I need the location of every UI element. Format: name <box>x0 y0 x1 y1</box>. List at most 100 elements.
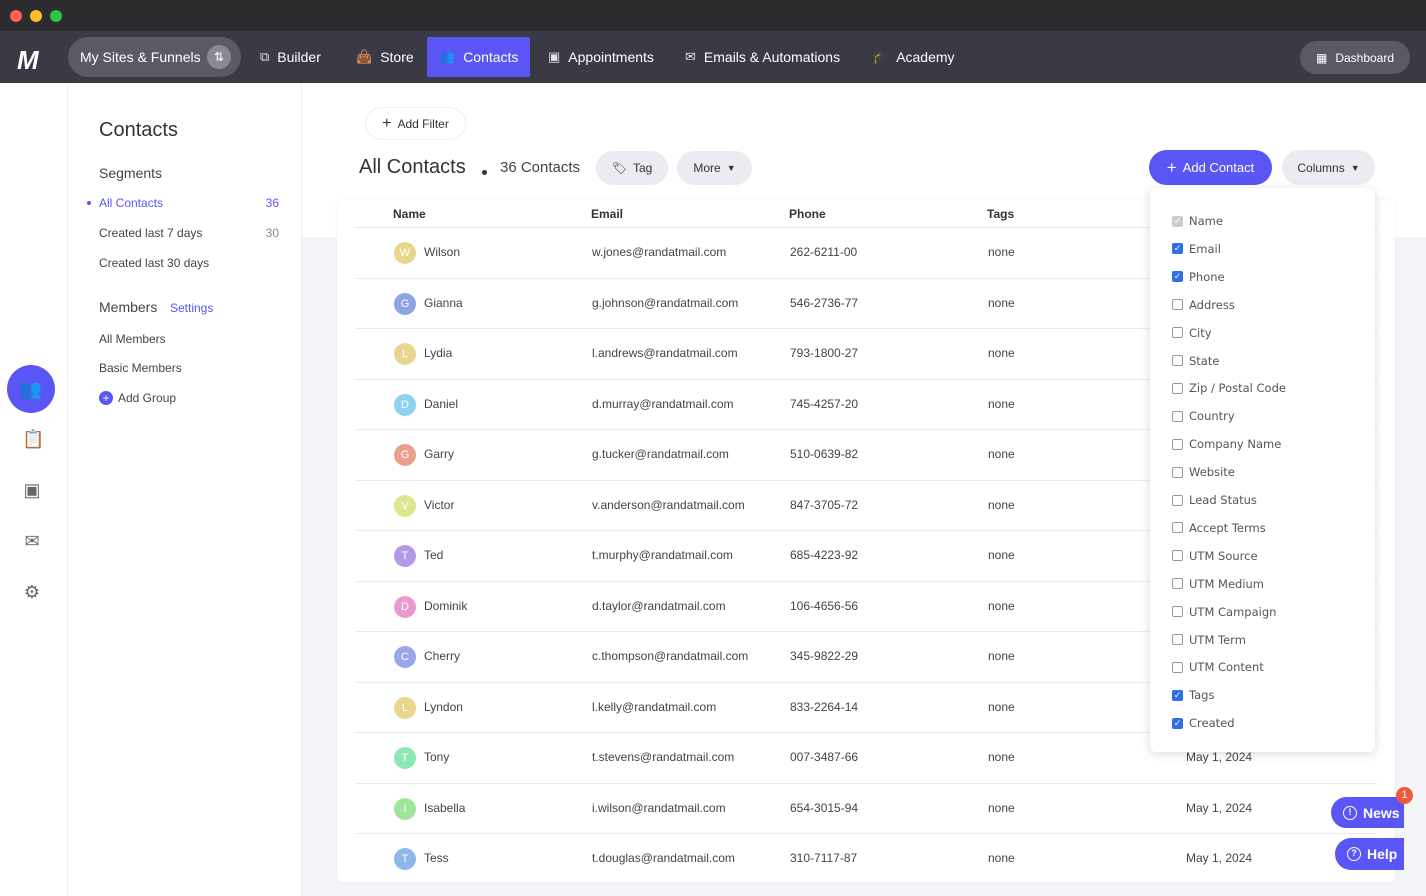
column-header-email[interactable]: Email <box>591 207 623 221</box>
contact-name[interactable]: Isabella <box>424 801 465 815</box>
column-option[interactable]: ✓ Name <box>1172 214 1223 228</box>
contact-name[interactable]: Garry <box>424 447 454 461</box>
nav-academy[interactable]: 🎓 Academy <box>860 37 967 77</box>
members-settings-link[interactable]: Settings <box>170 301 213 315</box>
column-option[interactable]: UTM Campaign <box>1172 605 1276 619</box>
column-option[interactable]: UTM Medium <box>1172 577 1264 591</box>
more-dropdown[interactable]: More ▼ <box>677 151 752 185</box>
minimize-window-button[interactable] <box>30 10 42 22</box>
add-filter-label: Add Filter <box>397 116 449 131</box>
column-option[interactable]: UTM Content <box>1172 660 1264 674</box>
contact-email: w.jones@randatmail.com <box>592 245 727 259</box>
checkbox[interactable] <box>1172 355 1183 366</box>
close-window-button[interactable] <box>10 10 22 22</box>
contact-tags: none <box>988 548 1015 562</box>
avatar: C <box>394 646 416 668</box>
contact-tags: none <box>988 447 1015 461</box>
nav-builder[interactable]: ⧉ Builder <box>248 37 333 77</box>
column-option[interactable]: Accept Terms <box>1172 521 1266 535</box>
sites-switcher[interactable]: My Sites & Funnels ⇅ <box>68 37 241 77</box>
column-option[interactable]: UTM Source <box>1172 549 1258 563</box>
checkbox[interactable]: ✓ <box>1172 717 1183 729</box>
checkbox[interactable]: ✓ <box>1172 215 1183 227</box>
column-option[interactable]: Country <box>1172 409 1235 423</box>
contact-name[interactable]: Tony <box>424 750 449 764</box>
gear-icon[interactable]: ⚙ <box>22 582 42 602</box>
column-header-name[interactable]: Name <box>393 207 426 221</box>
checkbox[interactable] <box>1172 578 1183 590</box>
avatar: L <box>394 343 416 365</box>
avatar: L <box>394 696 416 719</box>
contact-name[interactable]: Cherry <box>424 649 460 663</box>
contact-name[interactable]: Wilson <box>424 245 460 259</box>
sidebar-item-basic-members[interactable]: Basic Members <box>99 361 182 375</box>
column-option[interactable]: ✓ Created <box>1172 716 1235 730</box>
column-option[interactable]: Address <box>1172 298 1235 312</box>
checkbox[interactable]: ✓ <box>1172 689 1183 701</box>
column-option[interactable]: ✓ Email <box>1172 242 1221 256</box>
checkbox[interactable] <box>1172 382 1183 394</box>
checkbox[interactable] <box>1172 327 1183 339</box>
column-option[interactable]: Zip / Postal Code <box>1172 381 1286 395</box>
logo[interactable]: M <box>17 45 39 76</box>
tag-button[interactable]: 🏷 Tag <box>596 151 668 185</box>
mail-icon[interactable]: ✉ <box>22 531 42 551</box>
nav-store[interactable]: 👜 Store <box>344 37 426 77</box>
checkbox[interactable] <box>1172 522 1183 534</box>
checkbox[interactable] <box>1172 466 1183 478</box>
contact-name[interactable]: Dominik <box>424 599 467 613</box>
column-option[interactable]: City <box>1172 326 1212 340</box>
contact-tags: none <box>988 396 1015 411</box>
contact-name[interactable]: Tess <box>424 851 449 865</box>
column-option[interactable]: Lead Status <box>1172 493 1257 507</box>
column-option[interactable]: Website <box>1172 465 1235 479</box>
news-button[interactable]: ! News <box>1331 797 1404 828</box>
checkbox[interactable] <box>1172 410 1183 422</box>
help-button[interactable]: ? Help <box>1335 838 1404 870</box>
avatar: T <box>394 848 416 870</box>
checkbox[interactable] <box>1172 438 1183 450</box>
checkbox[interactable] <box>1172 634 1183 645</box>
checkbox[interactable] <box>1172 299 1183 311</box>
sidebar-item-segment[interactable]: Created last 7 days <box>99 226 202 240</box>
add-group-button[interactable]: + Add Group <box>99 391 176 405</box>
maximize-window-button[interactable] <box>50 10 62 22</box>
checkbox[interactable] <box>1172 606 1183 618</box>
contact-phone: 654-3015-94 <box>790 800 859 815</box>
column-header-tags[interactable]: Tags <box>987 207 1014 221</box>
nav-emails-automations[interactable]: ✉ Emails & Automations <box>673 37 852 77</box>
contact-name[interactable]: Daniel <box>424 397 458 411</box>
contact-name[interactable]: Gianna <box>424 296 463 310</box>
columns-dropdown[interactable]: Columns ▼ <box>1282 150 1375 185</box>
column-option[interactable]: ✓ Tags <box>1172 688 1214 702</box>
column-option[interactable]: State <box>1172 354 1219 368</box>
calendar-icon[interactable]: ▣ <box>22 480 42 500</box>
nav-contacts[interactable]: 👥 Contacts <box>427 37 531 77</box>
checkbox[interactable] <box>1172 494 1183 506</box>
dashboard-button[interactable]: ▦ Dashboard <box>1300 41 1410 74</box>
checkbox[interactable]: ✓ <box>1172 243 1183 255</box>
column-header-phone[interactable]: Phone <box>789 207 826 221</box>
contact-created: May 1, 2024 <box>1186 851 1253 865</box>
add-contact-button[interactable]: + Add Contact <box>1149 150 1272 185</box>
contact-name[interactable]: Ted <box>424 548 443 562</box>
clipboard-icon[interactable]: 📋 <box>22 429 44 449</box>
column-option[interactable]: ✓ Phone <box>1172 270 1225 284</box>
contact-name[interactable]: Victor <box>424 498 454 512</box>
contacts-rail-icon[interactable]: 👥 <box>7 365 55 413</box>
add-filter-button[interactable]: + Add Filter <box>365 107 466 140</box>
checkbox[interactable] <box>1172 661 1183 673</box>
contact-name[interactable]: Lydia <box>424 346 452 360</box>
nav-appointments[interactable]: ▣ Appointments <box>536 37 666 77</box>
sidebar-item-all-members[interactable]: All Members <box>99 332 166 346</box>
contact-name[interactable]: Lyndon <box>424 700 463 714</box>
checkbox[interactable]: ✓ <box>1172 271 1183 283</box>
checkbox[interactable] <box>1172 550 1183 562</box>
sidebar-item-segment[interactable]: Created last 30 days <box>99 256 209 270</box>
column-option[interactable]: UTM Term <box>1172 633 1246 647</box>
table-row[interactable]: T Tess t.douglas@randatmail.com 310-7117-87… <box>355 833 1377 884</box>
sidebar-title: Contacts <box>99 119 178 141</box>
sidebar-item-segment[interactable]: All Contacts <box>99 196 163 210</box>
table-row[interactable]: I Isabella i.wilson@randatmail.com 654-3015… <box>355 782 1377 834</box>
column-option[interactable]: Company Name <box>1172 437 1281 451</box>
